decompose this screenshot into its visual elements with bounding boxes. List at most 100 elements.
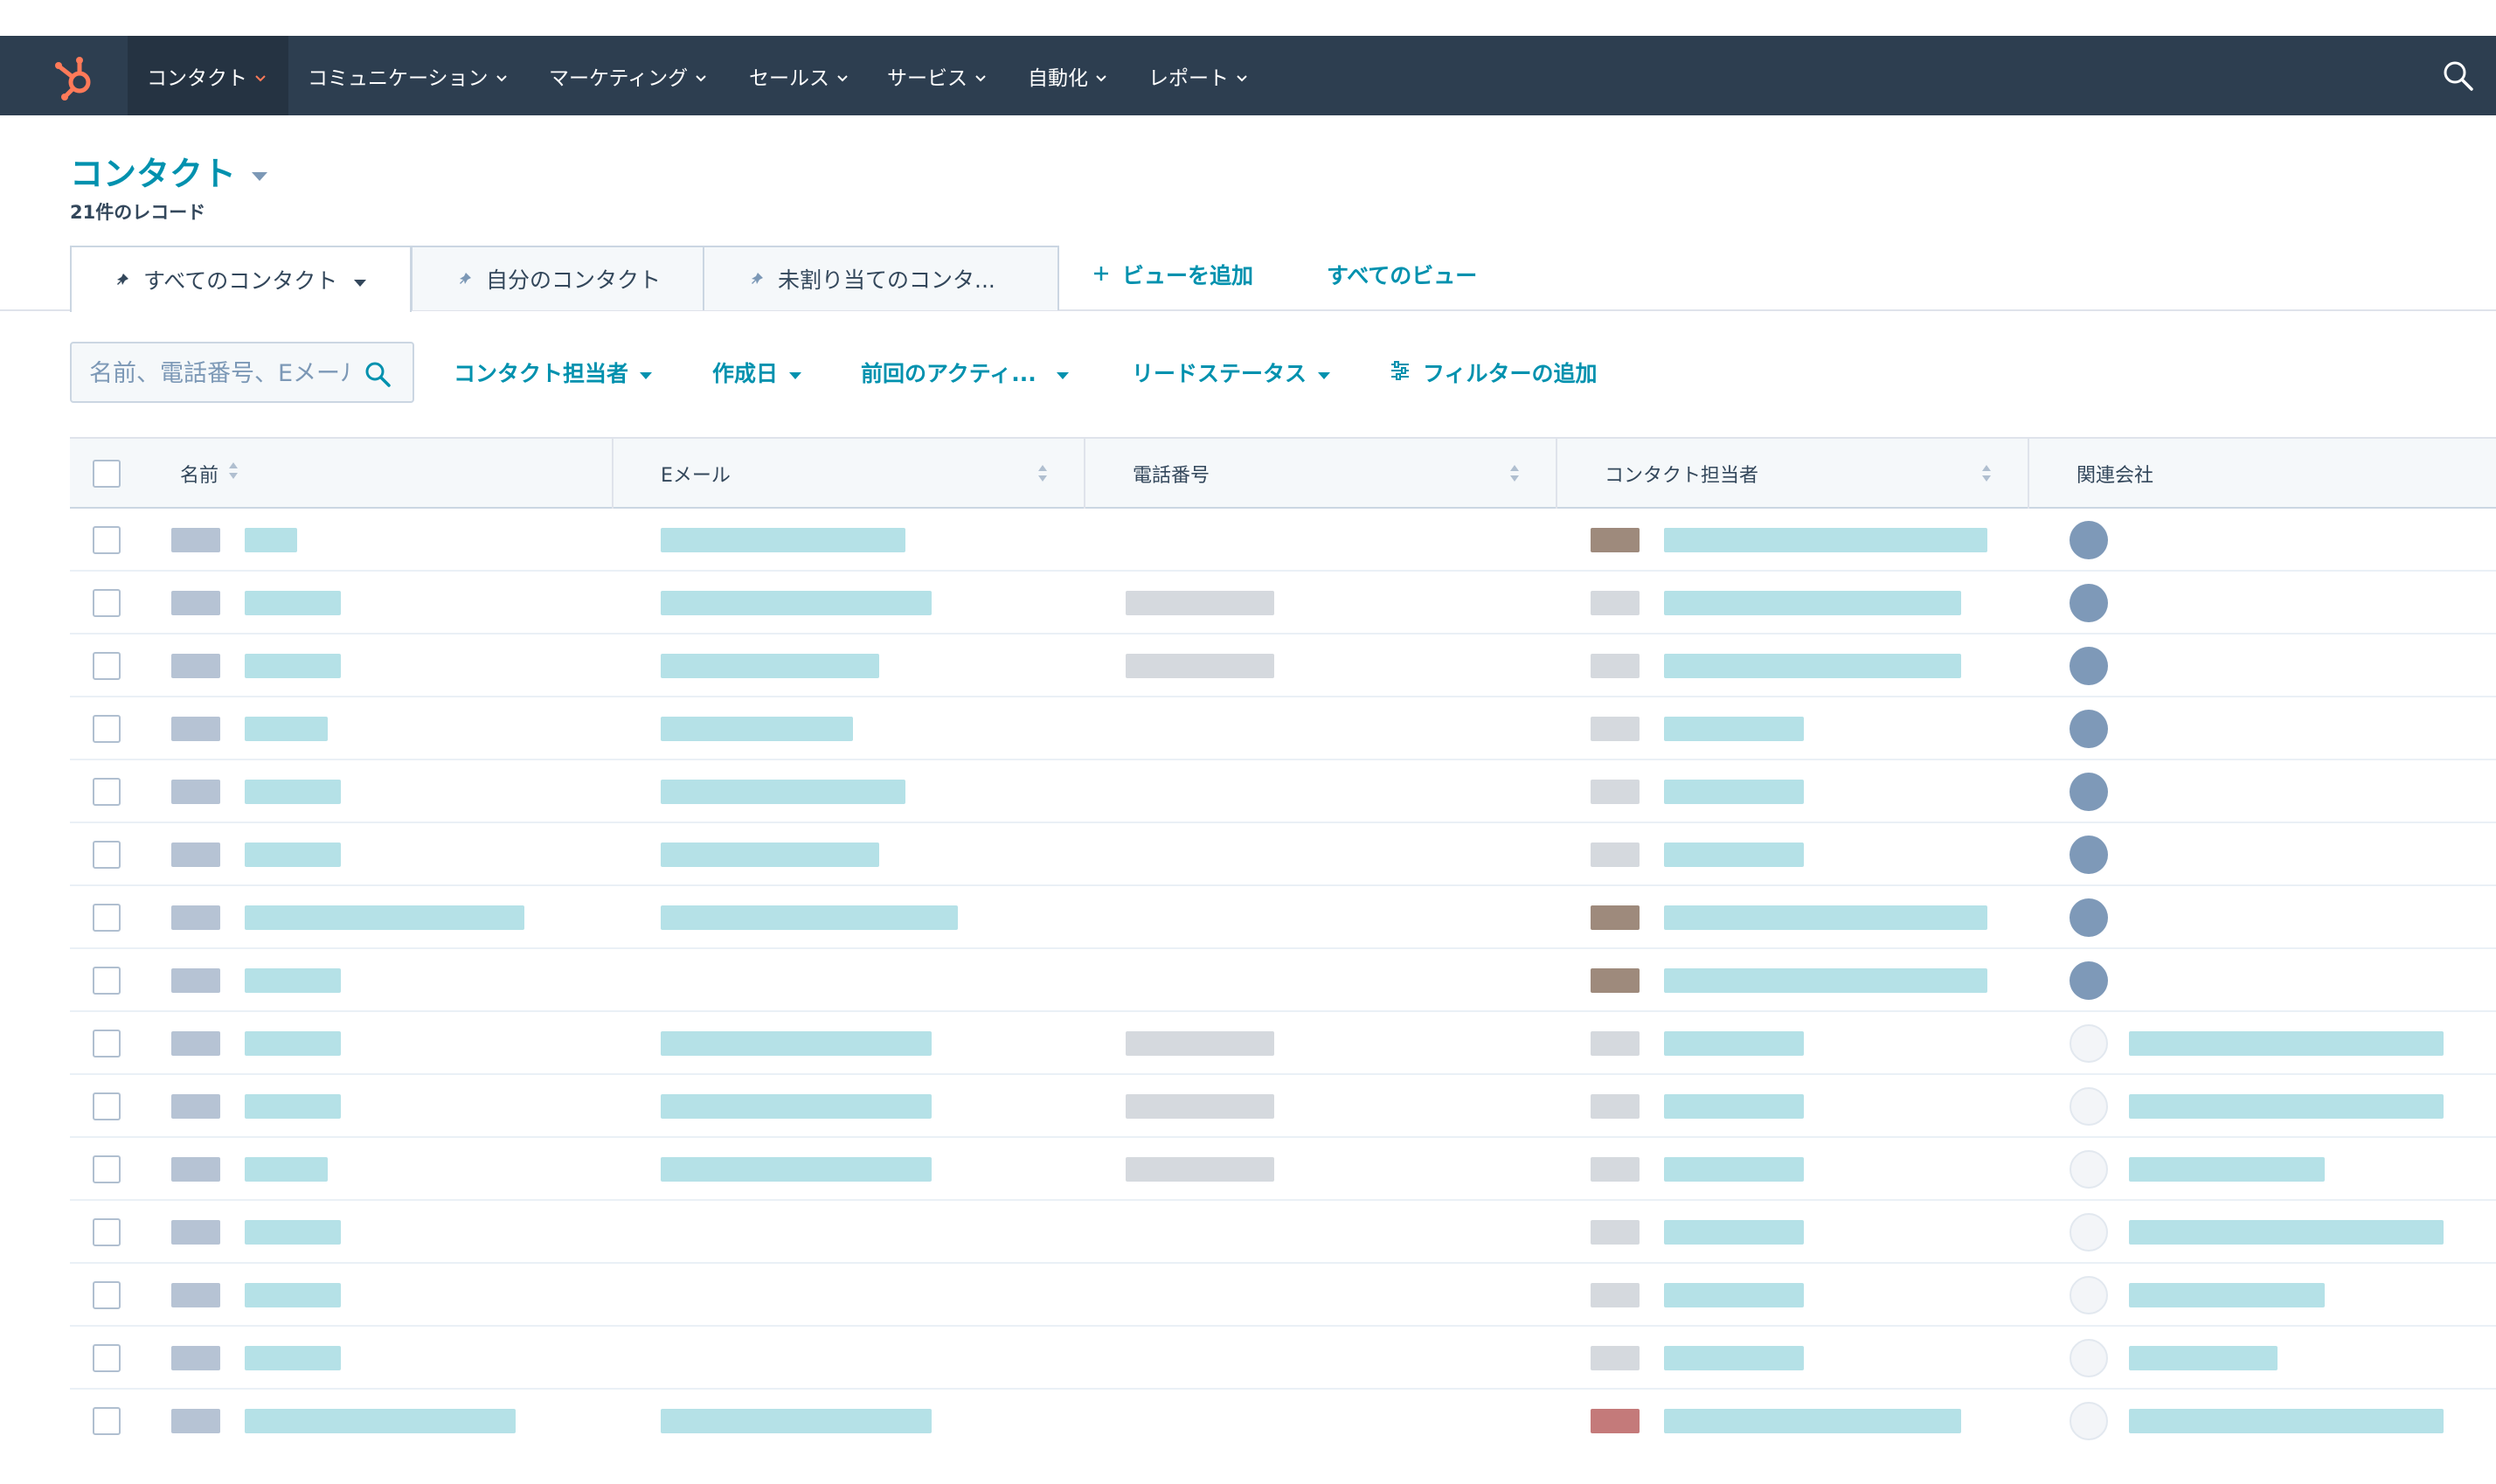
tab-all-contacts[interactable]: すべてのコンタクト xyxy=(70,246,412,312)
redacted-name-link xyxy=(245,1094,341,1119)
row-checkbox[interactable] xyxy=(93,652,121,680)
row-checkbox[interactable] xyxy=(93,904,121,932)
table-row[interactable] xyxy=(70,1201,2496,1264)
redacted-name-link xyxy=(245,1220,341,1245)
column-header-email[interactable]: Eメール xyxy=(661,439,731,509)
table-row[interactable] xyxy=(70,1075,2496,1138)
nav-item-sales[interactable]: セールス xyxy=(749,36,849,115)
redacted-email xyxy=(661,1409,932,1433)
row-checkbox[interactable] xyxy=(93,1281,121,1309)
row-checkbox[interactable] xyxy=(93,1218,121,1246)
nav-item-contacts[interactable]: コンタクト xyxy=(128,36,288,115)
redacted-contact-owner xyxy=(1664,905,1987,930)
redacted-email xyxy=(661,1157,932,1182)
column-header-associated-company[interactable]: 関連会社 xyxy=(2077,439,2153,509)
nav-item-automation[interactable]: 自動化 xyxy=(1028,36,1107,115)
table-row[interactable] xyxy=(70,1264,2496,1327)
tab-label: 未割り当てのコンタ... xyxy=(778,267,995,293)
filter-create-date[interactable]: 作成日 xyxy=(712,357,802,388)
table-row[interactable] xyxy=(70,760,2496,823)
table-row[interactable] xyxy=(70,1327,2496,1390)
add-view-button[interactable]: ビューを追加 xyxy=(1092,259,1253,290)
row-checkbox[interactable] xyxy=(93,715,121,743)
filter-contact-owner[interactable]: コンタクト担当者 xyxy=(454,357,653,388)
column-divider xyxy=(1556,439,1557,509)
row-checkbox[interactable] xyxy=(93,841,121,869)
column-header-name[interactable]: 名前 xyxy=(180,439,239,509)
chevron-down-icon xyxy=(974,66,987,88)
chevron-down-icon xyxy=(695,66,707,88)
row-checkbox[interactable] xyxy=(93,967,121,995)
search-icon[interactable] xyxy=(2441,59,2476,94)
row-checkbox[interactable] xyxy=(93,1407,121,1435)
tab-unassigned-contacts[interactable]: 未割り当てのコンタ... xyxy=(703,246,1059,310)
sort-icon[interactable] xyxy=(1037,463,1049,488)
nav-item-service[interactable]: サービス xyxy=(887,36,987,115)
nav-item-label: サービス xyxy=(887,66,967,90)
nav-item-reports[interactable]: レポート xyxy=(1148,36,1248,115)
search-icon[interactable] xyxy=(364,360,392,392)
redacted-name-link xyxy=(245,1031,341,1056)
company-logo-icon xyxy=(2070,1213,2108,1252)
redacted-email xyxy=(661,1094,932,1119)
add-view-label: ビューを追加 xyxy=(1122,263,1254,288)
table-row[interactable] xyxy=(70,886,2496,949)
table-row[interactable] xyxy=(70,949,2496,1012)
row-checkbox[interactable] xyxy=(93,526,121,554)
row-checkbox[interactable] xyxy=(93,589,121,617)
avatar xyxy=(2070,773,2108,811)
table-row[interactable] xyxy=(70,823,2496,886)
page-title: コンタクト xyxy=(70,155,237,193)
avatar xyxy=(2070,584,2108,622)
redacted-name-avatar xyxy=(171,591,220,615)
redacted-name-link xyxy=(245,1157,328,1182)
avatar xyxy=(2070,836,2108,874)
redacted-associated-company xyxy=(2129,1157,2325,1182)
redacted-name-avatar xyxy=(171,528,220,552)
redacted-contact-owner xyxy=(1664,1220,1804,1245)
company-logo-icon xyxy=(2070,1150,2108,1189)
table-row[interactable] xyxy=(70,1138,2496,1201)
table-row[interactable] xyxy=(70,509,2496,572)
redacted-owner-avatar xyxy=(1591,968,1640,993)
table-row[interactable] xyxy=(70,697,2496,760)
redacted-name-link xyxy=(245,843,341,867)
redacted-contact-owner xyxy=(1664,1094,1804,1119)
redacted-name-link xyxy=(245,528,297,552)
row-checkbox[interactable] xyxy=(93,778,121,806)
table-row[interactable] xyxy=(70,635,2496,697)
sort-icon[interactable] xyxy=(1980,463,1993,488)
table-row[interactable] xyxy=(70,1012,2496,1075)
table-row[interactable] xyxy=(70,572,2496,635)
hubspot-sprocket-icon[interactable] xyxy=(51,52,100,101)
tab-my-contacts[interactable]: 自分のコンタクト xyxy=(411,246,704,310)
page-title-dropdown[interactable]: コンタクト xyxy=(70,147,269,195)
filter-lead-status[interactable]: リードステータス xyxy=(1132,357,1331,388)
filter-last-activity[interactable]: 前回のアクティ... xyxy=(861,357,1070,388)
column-header-phone[interactable]: 電話番号 xyxy=(1133,439,1210,509)
add-filter-button[interactable]: フィルターの追加 xyxy=(1390,357,1598,388)
avatar xyxy=(2070,521,2108,559)
search-input[interactable] xyxy=(87,354,353,392)
caret-down-icon xyxy=(1056,360,1070,385)
redacted-owner-avatar xyxy=(1591,528,1640,552)
redacted-owner-avatar xyxy=(1591,780,1640,804)
row-checkbox[interactable] xyxy=(93,1030,121,1058)
column-header-contact-owner[interactable]: コンタクト担当者 xyxy=(1605,439,1758,509)
all-views-label: すべてのビュー xyxy=(1327,263,1478,288)
row-checkbox[interactable] xyxy=(93,1092,121,1120)
nav-item-marketing[interactable]: マーケティング xyxy=(549,36,707,115)
redacted-email xyxy=(661,905,958,930)
all-views-link[interactable]: すべてのビュー xyxy=(1327,259,1477,290)
redacted-name-avatar xyxy=(171,1031,220,1056)
redacted-associated-company xyxy=(2129,1094,2444,1119)
select-all-checkbox[interactable] xyxy=(93,460,121,488)
redacted-owner-avatar xyxy=(1591,1031,1640,1056)
nav-item-communications[interactable]: コミュニケーション xyxy=(308,36,508,115)
sort-icon[interactable] xyxy=(1508,463,1521,488)
table-row[interactable] xyxy=(70,1390,2496,1442)
caret-down-icon xyxy=(788,360,802,385)
row-checkbox[interactable] xyxy=(93,1344,121,1372)
row-checkbox[interactable] xyxy=(93,1155,121,1183)
pin-icon xyxy=(750,267,766,292)
